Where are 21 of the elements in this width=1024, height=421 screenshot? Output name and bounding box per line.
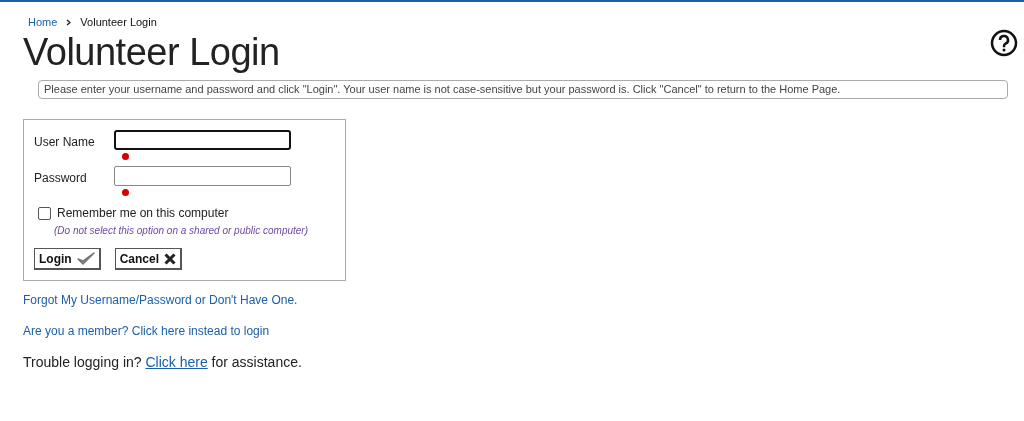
chevron-icon [66,18,72,26]
breadcrumb-link[interactable]: Home [28,13,58,31]
login-button[interactable]: Login [34,248,101,270]
field-label: Password [34,170,88,187]
field-label: User Name [34,134,96,151]
remember-checkbox[interactable] [38,206,51,220]
input-field[interactable] [114,166,291,186]
text-link[interactable]: Are you a member? Click here instead to login [23,322,270,340]
remember-label: Remember me on this computer [57,205,229,222]
breadcrumb-current: Volunteer Login [80,14,157,30]
check-icon [76,251,95,266]
input-field[interactable] [114,130,291,150]
text-link[interactable]: Forgot My Username/Password or Don't Have One. [23,291,298,309]
cancel-button[interactable]: Cancel [114,248,182,270]
trouble-text: Trouble logging in? Click here for assistance. [23,353,302,372]
page-title: Volunteer Login [23,30,280,75]
help-link[interactable]: Click here [145,354,208,370]
close-icon [164,252,176,265]
instructions-text: Please enter your username and password and click "Login". Your user name is not case-sensitive but your password is. Click "Cancel" to return to the Home Page. [38,80,1008,99]
help-icon[interactable] [990,29,1018,57]
remember-note: (Do not select this option on a shared or public computer) [54,224,309,238]
